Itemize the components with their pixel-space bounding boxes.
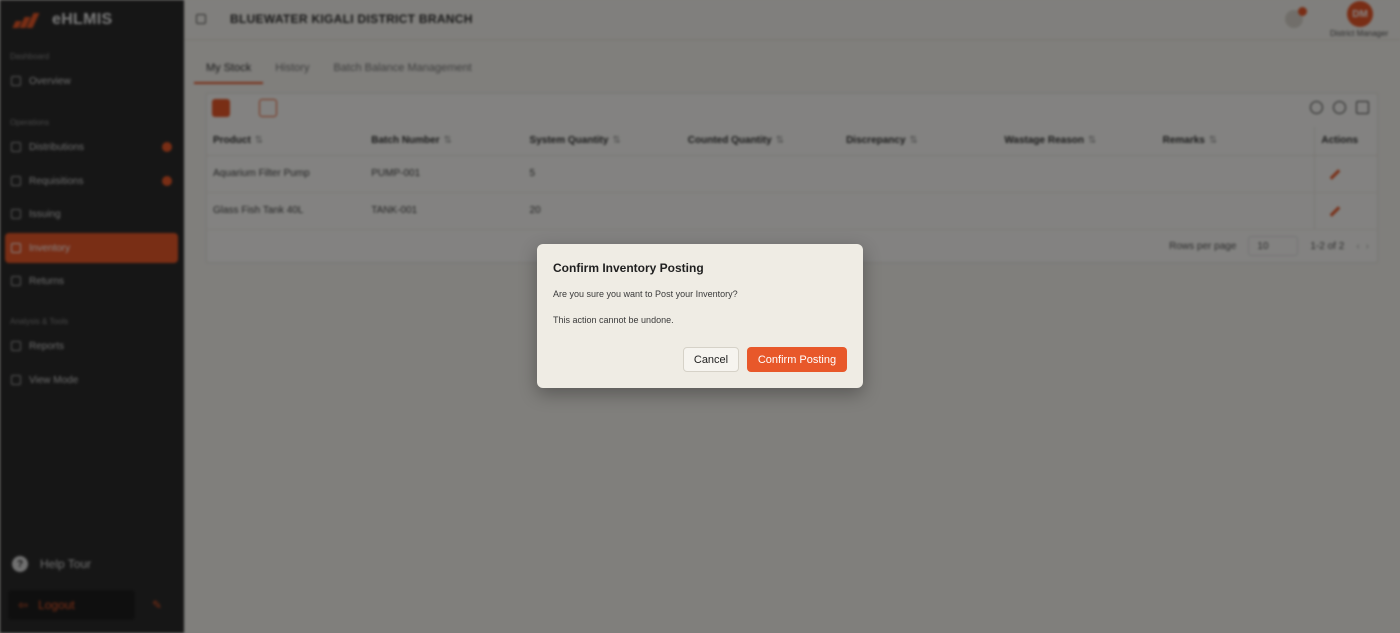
confirm-dialog: Confirm Inventory Posting Are you sure y…	[537, 244, 863, 388]
dialog-warning: This action cannot be undone.	[553, 315, 674, 325]
dialog-message: Are you sure you want to Post your Inven…	[553, 289, 738, 299]
confirm-posting-button[interactable]: Confirm Posting	[747, 347, 847, 372]
cancel-button[interactable]: Cancel	[683, 347, 739, 372]
dialog-title: Confirm Inventory Posting	[553, 261, 704, 275]
